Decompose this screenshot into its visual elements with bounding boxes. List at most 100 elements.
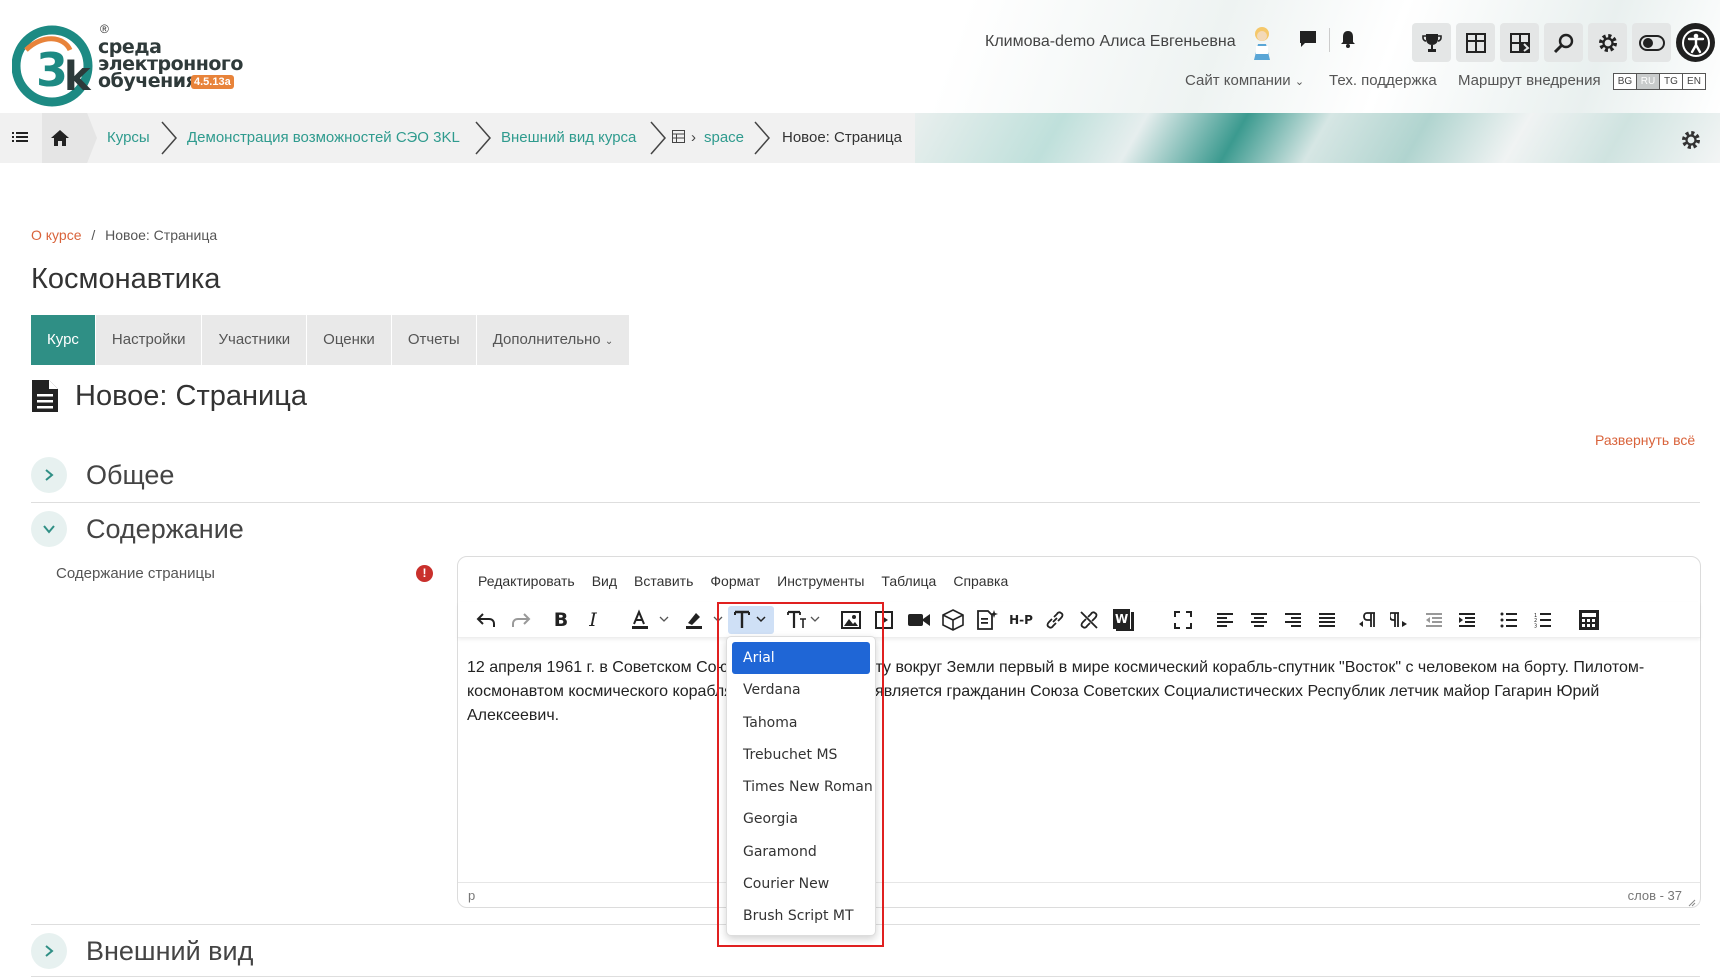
section-general-label: Общее bbox=[86, 459, 175, 490]
tab-settings[interactable]: Настройки bbox=[96, 315, 203, 365]
3d-model-icon[interactable] bbox=[939, 606, 967, 634]
align-left-icon[interactable] bbox=[1213, 606, 1237, 634]
crumb-current-page: Новое: Страница bbox=[782, 129, 902, 146]
outdent-icon[interactable] bbox=[1422, 606, 1446, 634]
rich-text-editor: Редактировать Вид Вставить Формат Инстру… bbox=[457, 556, 1701, 908]
crumb-course-appearance[interactable]: Внешний вид курса bbox=[501, 129, 636, 146]
lang-ru[interactable]: RU bbox=[1636, 73, 1660, 90]
menu-edit[interactable]: Редактировать bbox=[478, 573, 575, 589]
tab-more[interactable]: Дополнительно ⌄ bbox=[477, 315, 631, 365]
section-appearance-header[interactable]: Внешний вид bbox=[31, 933, 253, 969]
tab-grades[interactable]: Оценки bbox=[307, 315, 392, 365]
font-option-arial[interactable]: Arial bbox=[732, 642, 870, 675]
bullet-list-icon[interactable] bbox=[1497, 606, 1521, 634]
redo-icon[interactable] bbox=[508, 606, 534, 634]
chevron-down-icon bbox=[31, 511, 67, 547]
home-button[interactable] bbox=[42, 113, 97, 163]
trophy-icon bbox=[1421, 33, 1442, 52]
implementation-route-link[interactable]: Маршрут внедрения bbox=[1458, 72, 1601, 89]
crumb-demo-course[interactable]: Демонстрация возможностей СЭО 3KL bbox=[187, 129, 460, 146]
decorative-banner bbox=[915, 113, 1720, 163]
required-icon: ! bbox=[416, 565, 433, 582]
font-option-tahoma[interactable]: Tahoma bbox=[732, 707, 870, 739]
font-option-verdana[interactable]: Verdana bbox=[732, 674, 870, 706]
page-settings-icon[interactable] bbox=[1680, 129, 1702, 156]
company-site-link[interactable]: Сайт компании ⌄ bbox=[1185, 72, 1304, 89]
logo-mark: 3 k bbox=[12, 25, 93, 107]
text-color-icon[interactable] bbox=[630, 606, 674, 634]
h5p-icon[interactable]: H-P bbox=[1006, 606, 1036, 634]
tab-reports[interactable]: Отчеты bbox=[392, 315, 477, 365]
rtl-icon[interactable] bbox=[1387, 606, 1411, 634]
accessibility-button[interactable] bbox=[1676, 23, 1715, 62]
font-option-georgia[interactable]: Georgia bbox=[732, 803, 870, 835]
settings-button[interactable] bbox=[1588, 23, 1627, 62]
align-right-icon[interactable] bbox=[1281, 606, 1305, 634]
font-option-times-new-roman[interactable]: Times New Roman bbox=[732, 771, 873, 803]
unlink-icon[interactable] bbox=[1077, 606, 1101, 634]
resize-handle-icon[interactable] bbox=[1686, 895, 1696, 910]
tech-support-link[interactable]: Тех. поддержка bbox=[1329, 72, 1437, 89]
dashboard-button[interactable] bbox=[1456, 23, 1495, 62]
logo[interactable]: 3 k ® среда электронного обучения 4.5.13… bbox=[12, 20, 243, 108]
editor-content[interactable]: 12 апреля 1961 г. в Советском Союзе выве… bbox=[467, 656, 1691, 728]
crumb-space[interactable]: space bbox=[704, 129, 744, 146]
font-size-icon[interactable] bbox=[784, 606, 826, 634]
element-path[interactable]: p bbox=[468, 888, 475, 903]
grid-button[interactable] bbox=[1500, 23, 1539, 62]
menu-insert[interactable]: Вставить bbox=[634, 573, 693, 589]
undo-icon[interactable] bbox=[473, 606, 499, 634]
menu-tools[interactable]: Инструменты bbox=[777, 573, 864, 589]
chat-icon[interactable] bbox=[1296, 27, 1320, 51]
lang-en[interactable]: EN bbox=[1682, 73, 1706, 90]
fullscreen-icon[interactable] bbox=[1171, 606, 1195, 634]
ai-generate-icon[interactable] bbox=[973, 606, 1001, 634]
section-general-header[interactable]: Общее bbox=[31, 457, 174, 493]
avatar[interactable] bbox=[1248, 24, 1276, 60]
font-family-button[interactable] bbox=[728, 606, 774, 634]
tab-participants[interactable]: Участники bbox=[202, 315, 308, 365]
align-justify-icon[interactable] bbox=[1315, 606, 1339, 634]
user-name[interactable]: Климова-demo Алиса Евгеньевна bbox=[985, 33, 1236, 51]
trophy-button[interactable] bbox=[1412, 23, 1451, 62]
section-content-label: Содержание bbox=[86, 513, 244, 544]
expand-all-link[interactable]: Развернуть всё bbox=[1595, 432, 1695, 448]
bell-icon[interactable] bbox=[1336, 27, 1360, 51]
crumb-courses[interactable]: Курсы bbox=[107, 129, 150, 146]
align-center-icon[interactable] bbox=[1247, 606, 1271, 634]
italic-icon[interactable]: I bbox=[583, 606, 603, 634]
menu-help[interactable]: Справка bbox=[953, 573, 1008, 589]
font-option-courier-new[interactable]: Courier New bbox=[732, 868, 870, 900]
lang-tg[interactable]: TG bbox=[1659, 73, 1683, 90]
menu-list-icon[interactable] bbox=[11, 128, 29, 151]
page-content-label: Содержание страницы bbox=[56, 565, 215, 582]
image-icon[interactable] bbox=[838, 606, 864, 634]
font-option-brush-script-mt[interactable]: Brush Script MT bbox=[732, 900, 870, 932]
numbered-list-icon[interactable]: 123 bbox=[1531, 606, 1555, 634]
ltr-icon[interactable] bbox=[1355, 606, 1379, 634]
indent-icon[interactable] bbox=[1455, 606, 1479, 634]
chevron-down-icon: ⌄ bbox=[604, 336, 614, 347]
link-icon[interactable] bbox=[1043, 606, 1067, 634]
section-content-header[interactable]: Содержание bbox=[31, 511, 244, 547]
highlight-color-icon[interactable] bbox=[684, 606, 728, 634]
video-icon[interactable] bbox=[905, 606, 933, 634]
dashboard-icon bbox=[1465, 32, 1486, 53]
font-option-garamond[interactable]: Garamond bbox=[732, 836, 870, 868]
menu-view[interactable]: Вид bbox=[592, 573, 617, 589]
search-button[interactable] bbox=[1544, 23, 1583, 62]
about-course-link[interactable]: О курсе bbox=[31, 227, 81, 243]
font-option-trebuchet-ms[interactable]: Trebuchet MS bbox=[732, 739, 870, 771]
crumb-separator-icon bbox=[650, 121, 666, 155]
theme-toggle-button[interactable] bbox=[1632, 23, 1671, 62]
calculator-icon[interactable] bbox=[1576, 606, 1602, 634]
bold-icon[interactable]: B bbox=[549, 606, 573, 634]
word-import-icon[interactable]: W bbox=[1110, 606, 1138, 634]
registered-mark: ® bbox=[100, 22, 109, 36]
breadcrumb-current: Новое: Страница bbox=[105, 227, 218, 243]
menu-table[interactable]: Таблица bbox=[881, 573, 936, 589]
media-icon[interactable] bbox=[871, 606, 897, 634]
lang-bg[interactable]: BG bbox=[1613, 73, 1637, 90]
tab-course[interactable]: Курс bbox=[31, 315, 96, 365]
menu-format[interactable]: Формат bbox=[710, 573, 760, 589]
